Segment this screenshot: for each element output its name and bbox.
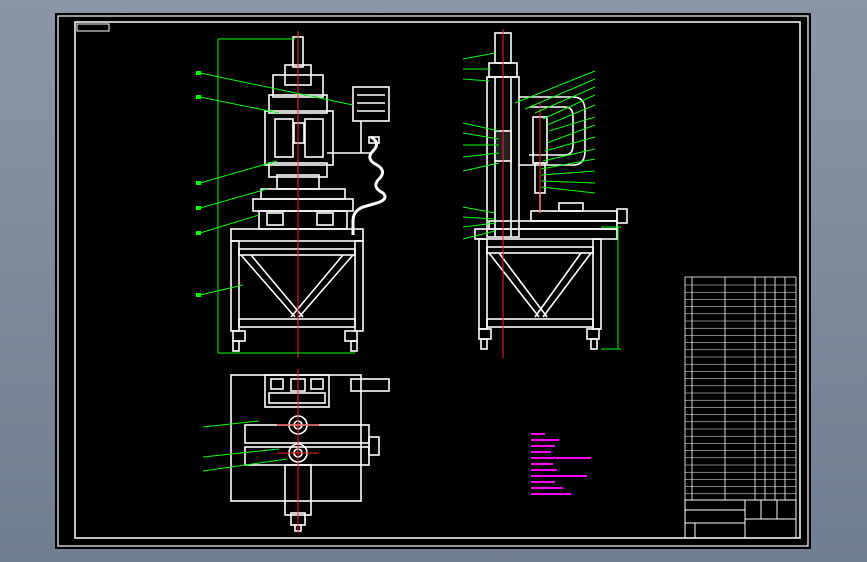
technical-notes bbox=[531, 433, 591, 495]
parts-list bbox=[684, 276, 797, 501]
side-leaders-left bbox=[462, 52, 500, 240]
side-view bbox=[474, 32, 628, 350]
worktable-icon bbox=[230, 228, 364, 242]
side-leaders-right bbox=[514, 70, 596, 194]
parts-list-rows bbox=[685, 284, 796, 495]
control-box-icon bbox=[352, 86, 390, 122]
sheet-number-box bbox=[76, 23, 110, 32]
drawing-sheet bbox=[57, 15, 809, 547]
title-block bbox=[684, 499, 797, 539]
side-dimension bbox=[601, 226, 621, 350]
front-leader-tags bbox=[196, 71, 201, 297]
inner-border bbox=[74, 21, 801, 539]
cad-viewport[interactable] bbox=[55, 13, 811, 549]
outer-border bbox=[57, 15, 809, 547]
